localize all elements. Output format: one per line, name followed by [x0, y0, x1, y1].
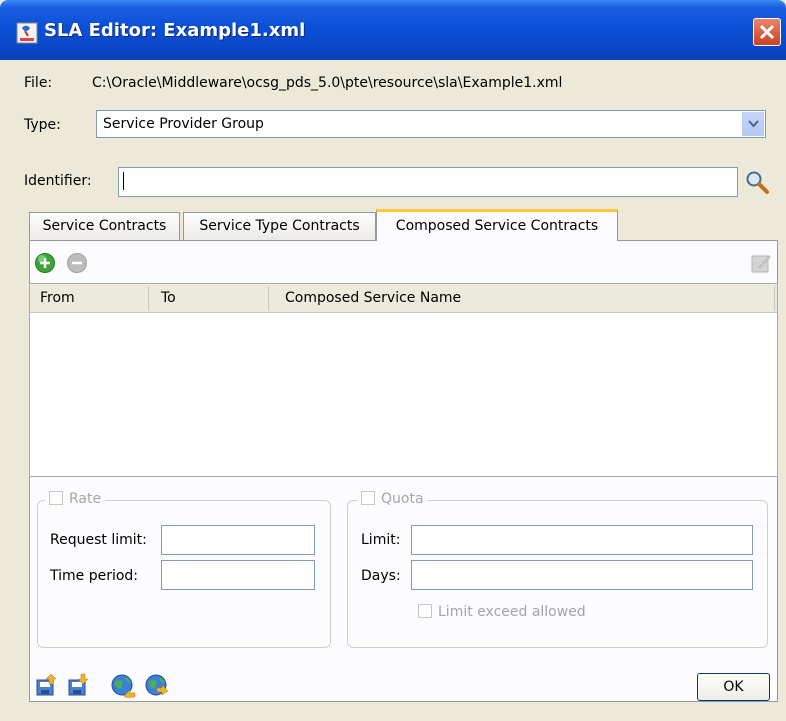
file-label: File: — [24, 75, 53, 91]
days-input[interactable] — [411, 560, 753, 590]
title-bar[interactable]: SLA Editor: Example1.xml — [0, 0, 786, 60]
identifier-label: Identifier: — [24, 173, 92, 189]
quota-checkbox[interactable] — [361, 491, 375, 505]
rate-legend[interactable]: Rate — [45, 491, 106, 507]
limit-input[interactable] — [411, 525, 753, 555]
window-title: SLA Editor: Example1.xml — [44, 20, 306, 41]
limit-exceed-option[interactable]: Limit exceed allowed — [418, 604, 586, 620]
app-icon — [16, 22, 38, 44]
type-select[interactable]: Service Provider Group — [96, 110, 766, 138]
tab-composed-service-contracts[interactable]: Composed Service Contracts — [376, 209, 618, 241]
import-icon[interactable] — [67, 673, 91, 701]
request-limit-input[interactable] — [161, 525, 315, 555]
edit-icon[interactable] — [750, 252, 772, 278]
tab-service-contracts[interactable]: Service Contracts — [29, 212, 180, 240]
limit-exceed-checkbox[interactable] — [418, 604, 432, 618]
request-limit-label: Request limit: — [50, 532, 147, 548]
close-button[interactable] — [753, 18, 781, 46]
column-header-to[interactable]: To — [161, 290, 176, 306]
file-path: C:\Oracle\Middleware\ocsg_pds_5.0\pte\re… — [92, 75, 563, 91]
add-icon[interactable] — [34, 252, 56, 278]
time-period-input[interactable] — [161, 560, 315, 590]
table-header: From To Composed Service Name — [30, 284, 777, 313]
sla-editor-window: SLA Editor: Example1.xml File: C:\Oracle… — [0, 0, 786, 721]
globe-import-icon[interactable] — [144, 672, 170, 702]
quota-legend[interactable]: Quota — [357, 491, 428, 507]
type-select-value: Service Provider Group — [103, 116, 264, 132]
text-caret — [123, 172, 124, 190]
export-icon[interactable] — [35, 673, 59, 701]
remove-icon[interactable] — [66, 252, 88, 278]
column-header-composed-service-name[interactable]: Composed Service Name — [285, 290, 461, 306]
ok-button[interactable]: OK — [697, 673, 770, 701]
identifier-input[interactable] — [118, 167, 738, 197]
tab-service-type-contracts[interactable]: Service Type Contracts — [183, 212, 376, 240]
close-icon — [759, 24, 775, 40]
rate-checkbox[interactable] — [49, 491, 63, 505]
time-period-label: Time period: — [50, 568, 139, 584]
days-label: Days: — [361, 568, 401, 584]
limit-label: Limit: — [361, 532, 401, 548]
column-header-from[interactable]: From — [40, 290, 75, 306]
type-label: Type: — [24, 117, 61, 133]
dropdown-arrow-icon[interactable] — [742, 112, 764, 136]
contracts-table[interactable]: From To Composed Service Name — [29, 283, 778, 477]
search-icon[interactable] — [744, 169, 770, 199]
globe-export-icon[interactable] — [110, 672, 136, 702]
